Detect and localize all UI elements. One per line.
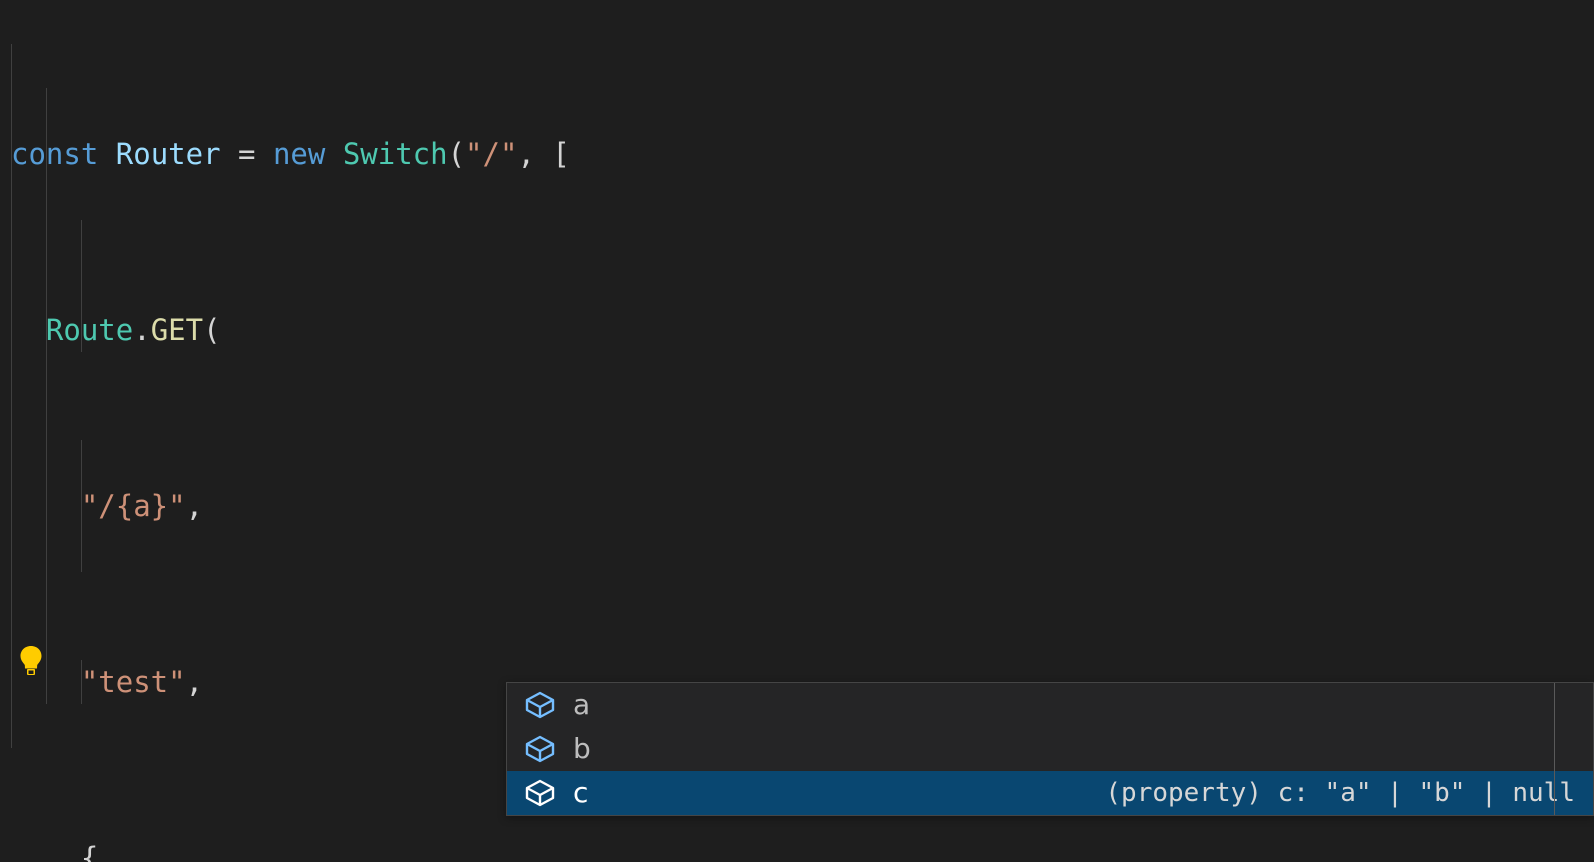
code-line-5[interactable]: {	[0, 836, 1594, 862]
token-comma: ,	[517, 137, 535, 171]
suggest-scrollbar[interactable]	[1554, 683, 1555, 815]
suggest-item-label: b	[573, 732, 591, 765]
token-string-root-path: "/"	[465, 137, 518, 171]
token-class-switch: Switch	[342, 137, 448, 171]
suggest-widget[interactable]: a b c (property) c: "a" | "b" | null	[506, 682, 1594, 816]
token-comma: ,	[185, 489, 204, 523]
token-method-get: GET	[150, 313, 204, 347]
suggest-item-a[interactable]: a	[507, 683, 1593, 727]
token-paren-open: (	[447, 137, 466, 171]
suggest-item-detail: (property) c: "a" | "b" | null	[1105, 778, 1575, 808]
token-keyword-const: const	[11, 137, 99, 171]
token-keyword-new: new	[272, 137, 326, 171]
code-line-3[interactable]: "/{a}",	[0, 484, 1594, 528]
token-string-route-path: "/{a}"	[80, 489, 186, 523]
suggest-item-c[interactable]: c (property) c: "a" | "b" | null	[507, 771, 1593, 815]
property-cube-icon	[519, 683, 561, 727]
token-brace-open: {	[80, 841, 99, 862]
suggest-list[interactable]: a b c (property) c: "a" | "b" | null	[507, 683, 1593, 815]
token-paren-open: (	[203, 313, 221, 347]
token-operator-equals: =	[238, 137, 256, 171]
token-string-test: "test"	[80, 665, 186, 699]
code-editor[interactable]: const Router = new Switch("/", [ Route.G…	[0, 0, 1594, 862]
suggest-item-label: c	[573, 776, 589, 809]
token-identifier-router: Router	[115, 137, 221, 171]
suggest-item-b[interactable]: b	[507, 727, 1593, 771]
lightbulb-icon[interactable]	[18, 645, 44, 677]
token-comma: ,	[185, 665, 204, 699]
property-cube-icon	[519, 727, 561, 771]
token-bracket-open: [	[552, 137, 570, 171]
token-class-route: Route	[45, 313, 134, 347]
token-dot: .	[133, 313, 151, 347]
indent-guide-2	[46, 88, 47, 704]
code-line-1[interactable]: const Router = new Switch("/", [	[0, 132, 1594, 176]
code-line-2[interactable]: Route.GET(	[0, 308, 1594, 352]
property-cube-icon	[519, 771, 561, 815]
suggest-item-label: a	[573, 688, 591, 721]
